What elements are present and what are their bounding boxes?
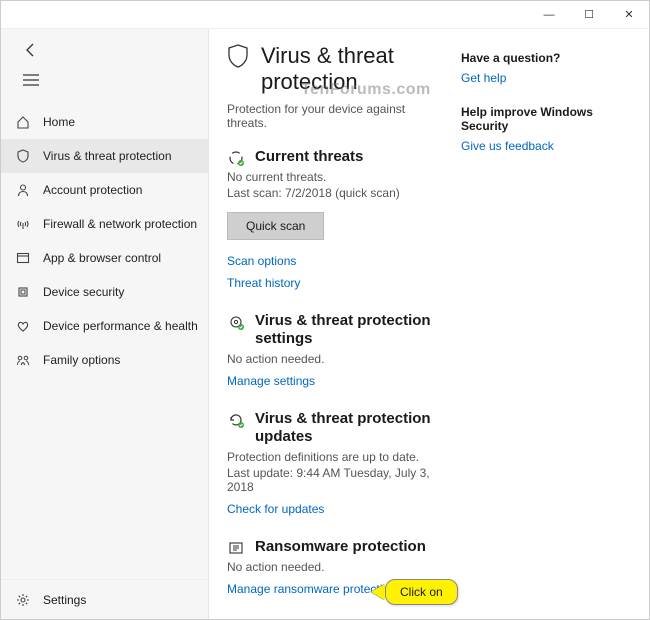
section-title: Virus & threat protection updates [255,410,435,446]
sidebar-item-label: Home [43,115,75,129]
sidebar-item-app-browser[interactable]: App & browser control [1,241,208,275]
menu-button[interactable] [13,65,49,95]
sidebar-item-label: Device performance & health [43,319,198,333]
gear-icon [15,592,31,608]
ransomware-status: No action needed. [227,560,443,574]
annotation-callout: Click on [371,579,458,605]
aside-panel: Have a question? Get help Help improve W… [461,39,631,604]
manage-settings-link[interactable]: Manage settings [227,374,443,388]
sidebar-item-label: Firewall & network protection [43,217,197,231]
scan-icon [227,149,245,167]
callout-arrow-icon [371,584,385,600]
title-bar: — ☐ ✕ [1,1,649,29]
current-threats-status: No current threats. [227,170,443,184]
section-protection-updates: Virus & threat protection updates Protec… [227,410,443,516]
nav-list: Home Virus & threat protection Account p… [1,105,208,579]
settings-status: No action needed. [227,352,443,366]
maximize-button[interactable]: ☐ [569,1,609,29]
check-updates-link[interactable]: Check for updates [227,502,443,516]
heart-icon [15,318,31,334]
quick-scan-button[interactable]: Quick scan [227,212,324,240]
sidebar-item-label: Device security [43,285,124,299]
home-icon [15,114,31,130]
shield-icon [15,148,31,164]
chip-icon [15,284,31,300]
sidebar-item-firewall[interactable]: Firewall & network protection [1,207,208,241]
page-title: Virus & threat protection [261,43,443,96]
family-icon [15,352,31,368]
threat-history-link[interactable]: Threat history [227,276,443,290]
last-update-text: Last update: 9:44 AM Tuesday, July 3, 20… [227,466,443,494]
aside-question-heading: Have a question? [461,51,631,65]
sidebar-item-home[interactable]: Home [1,105,208,139]
sidebar-item-label: Virus & threat protection [43,149,172,163]
section-title: Current threats [255,148,363,166]
sidebar-item-label: Family options [43,353,120,367]
last-scan-text: Last scan: 7/2/2018 (quick scan) [227,186,443,200]
get-help-link[interactable]: Get help [461,71,631,85]
sidebar-item-settings[interactable]: Settings [1,579,208,619]
back-button[interactable] [13,35,49,65]
sidebar-item-device-security[interactable]: Device security [1,275,208,309]
settings-label: Settings [43,593,86,607]
section-current-threats: Current threats No current threats. Last… [227,148,443,290]
settings-shield-icon [227,313,245,331]
window-icon [15,250,31,266]
close-button[interactable]: ✕ [609,1,649,29]
person-icon [15,182,31,198]
updates-status: Protection definitions are up to date. [227,450,443,464]
update-icon [227,411,245,429]
scan-options-link[interactable]: Scan options [227,254,443,268]
main-content: Virus & threat protection Protection for… [209,29,649,619]
sidebar: Home Virus & threat protection Account p… [1,29,209,619]
sidebar-item-family[interactable]: Family options [1,343,208,377]
sidebar-item-performance[interactable]: Device performance & health [1,309,208,343]
aside-feedback-heading: Help improve Windows Security [461,105,631,133]
section-title: Ransomware protection [255,538,426,556]
shield-icon [227,44,249,68]
sidebar-item-account[interactable]: Account protection [1,173,208,207]
page-subtitle: Protection for your device against threa… [227,102,443,130]
section-protection-settings: Virus & threat protection settings No ac… [227,312,443,388]
sidebar-item-label: Account protection [43,183,142,197]
give-feedback-link[interactable]: Give us feedback [461,139,631,153]
folder-shield-icon [227,539,245,557]
sidebar-item-virus-threat[interactable]: Virus & threat protection [1,139,208,173]
section-title: Virus & threat protection settings [255,312,435,348]
callout-label: Click on [385,579,458,605]
sidebar-item-label: App & browser control [43,251,161,265]
antenna-icon [15,216,31,232]
minimize-button[interactable]: — [529,1,569,29]
